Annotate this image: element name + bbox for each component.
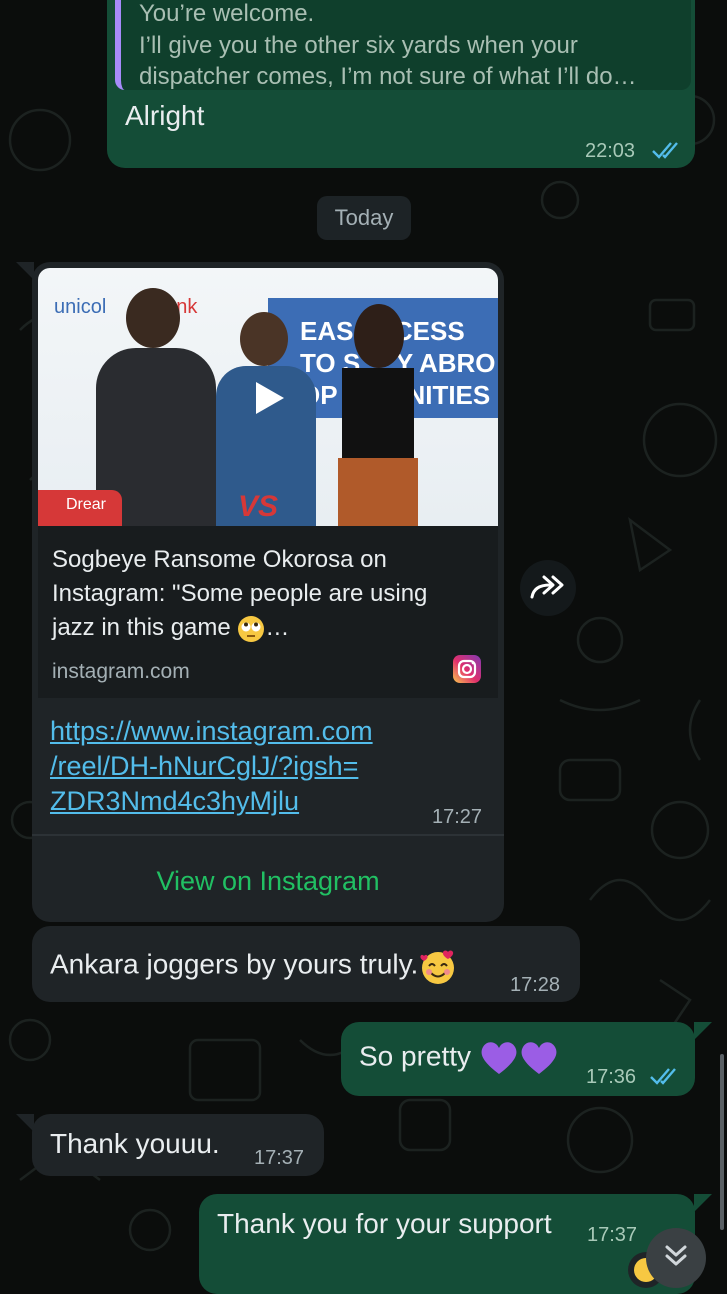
video-corner-text: Drear xyxy=(66,496,107,513)
preview-title-line-3: jazz in this game xyxy=(52,614,231,641)
message-bubble-outgoing[interactable]: Thank you for your support 17:37 xyxy=(199,1194,695,1294)
smiling-face-with-hearts-emoji-icon xyxy=(420,950,455,984)
instagram-link[interactable]: https://www.instagram.com /reel/DH-hNurC… xyxy=(50,714,373,819)
message-text-row: So pretty xyxy=(359,1040,559,1076)
message-text: Thank you for your support xyxy=(217,1208,552,1239)
url-line-3: ZDR3Nmd4c3hyMjlu xyxy=(50,786,300,816)
chevron-double-down-icon xyxy=(665,1245,687,1266)
scrollbar-thumb[interactable] xyxy=(720,1054,724,1230)
video-corner-badge: Drear xyxy=(38,490,122,526)
double-check-read-icon xyxy=(652,142,678,159)
message-text: Thank youuu. xyxy=(50,1128,220,1159)
forward-share-icon xyxy=(530,575,564,599)
message-time: 17:36 xyxy=(586,1066,637,1088)
message-time: 17:37 xyxy=(587,1224,638,1246)
face-with-rolling-eyes-emoji-icon xyxy=(238,615,265,642)
url-line-1: https://www.instagram.com xyxy=(50,716,373,746)
message-bubble-link-preview[interactable]: unicol nk EAS CCESS TO S Y ABRO OP UNITIE… xyxy=(32,262,504,922)
video-thumbnail[interactable]: unicol nk EAS CCESS TO S Y ABRO OP UNITIE… xyxy=(38,268,498,526)
quoted-line-1: You’re welcome. xyxy=(139,0,315,27)
message-bubble-incoming[interactable]: Ankara joggers by yours truly. 17:28 xyxy=(32,926,580,1002)
preview-title-ellipsis: … xyxy=(265,614,290,641)
divider xyxy=(32,834,504,836)
instagram-logo-icon xyxy=(453,655,481,683)
url-line-2: /reel/DH-hNurCglJ/?igsh= xyxy=(50,751,359,781)
date-divider: Today xyxy=(317,196,411,240)
message-time: 22:03 xyxy=(585,140,636,162)
preview-domain: instagram.com xyxy=(52,660,190,683)
message-time: 17:28 xyxy=(510,974,561,996)
play-icon[interactable] xyxy=(248,378,288,418)
message-text-row: Ankara joggers by yours truly. xyxy=(50,946,458,986)
message-time: 17:37 xyxy=(254,1147,305,1169)
preview-title-line-2: Instagram: "Some people are using xyxy=(52,580,428,607)
message-text: Alright xyxy=(125,100,205,131)
video-vs-badge: VS xyxy=(238,490,279,523)
person-right xyxy=(328,304,428,526)
preview-title-line-1: Sogbeye Ransome Okorosa on xyxy=(52,546,387,573)
quoted-line-3: dispatcher comes, I’m not sure of what I… xyxy=(139,63,637,90)
message-time: 17:27 xyxy=(432,806,483,828)
preview-title-line-3-row: jazz in this game … xyxy=(52,614,289,643)
message-bubble-outgoing[interactable]: You’re welcome. I’ll give you the other … xyxy=(107,0,695,168)
message-text: So pretty xyxy=(359,1040,472,1072)
scroll-to-bottom-button[interactable] xyxy=(646,1228,706,1288)
bubble-tail xyxy=(694,1194,712,1212)
forward-button[interactable] xyxy=(520,560,576,616)
link-preview-card[interactable]: Sogbeye Ransome Okorosa on Instagram: "S… xyxy=(38,526,498,698)
quoted-line-2: I’ll give you the other six yards when y… xyxy=(139,32,578,59)
purple-heart-emoji-icon xyxy=(521,1042,557,1074)
view-on-instagram-button[interactable]: View on Instagram xyxy=(32,866,504,897)
quoted-message[interactable]: You’re welcome. I’ll give you the other … xyxy=(115,0,691,90)
bubble-tail xyxy=(694,1022,712,1040)
purple-heart-emoji-icon xyxy=(481,1042,517,1074)
message-text: Ankara joggers by yours truly. xyxy=(50,948,419,980)
double-check-read-icon xyxy=(650,1068,676,1085)
message-bubble-outgoing[interactable]: So pretty 17:36 xyxy=(341,1022,695,1096)
date-divider-label: Today xyxy=(334,205,394,230)
message-bubble-incoming[interactable]: Thank youuu. 17:37 xyxy=(32,1114,324,1176)
